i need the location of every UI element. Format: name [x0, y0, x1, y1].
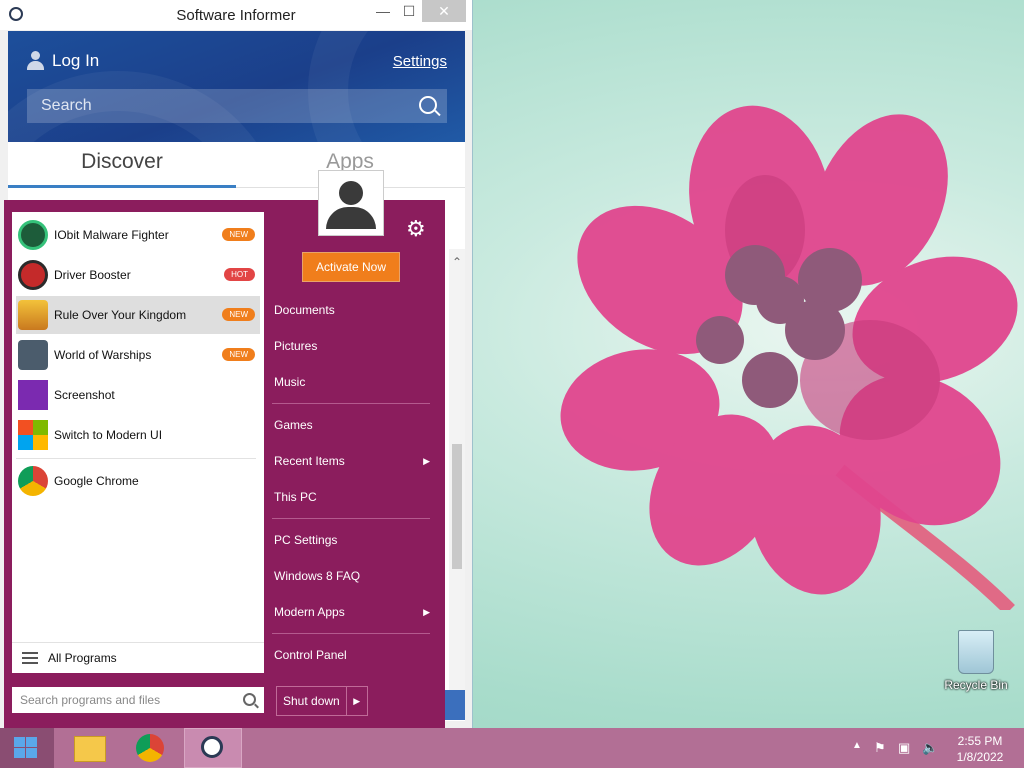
- divider: [272, 518, 430, 519]
- flower-wallpaper: [560, 105, 1018, 610]
- driver-booster-icon: [18, 260, 48, 290]
- program-item[interactable]: Switch to Modern UI: [16, 416, 260, 454]
- user-icon: [26, 51, 44, 71]
- program-label: IObit Malware Fighter: [54, 228, 169, 242]
- search-icon[interactable]: [243, 693, 256, 706]
- login-label: Log In: [52, 51, 100, 70]
- software-informer-icon: [201, 736, 223, 758]
- program-item[interactable]: Google Chrome: [16, 462, 260, 500]
- user-avatar[interactable]: [318, 170, 384, 236]
- recycle-bin[interactable]: Recycle Bin: [936, 630, 1016, 692]
- all-programs-button[interactable]: All Programs: [12, 642, 264, 673]
- start-button[interactable]: [0, 728, 54, 768]
- decorative-ring: [308, 31, 465, 142]
- action-center-flag-icon[interactable]: ⚑: [874, 740, 886, 756]
- start-menu: IObit Malware Fighter NEW Driver Booster…: [4, 170, 445, 728]
- submenu-arrow-icon: ▶: [423, 456, 430, 466]
- menu-item-pc-settings[interactable]: PC Settings: [274, 525, 430, 555]
- search-input[interactable]: [27, 89, 415, 123]
- recycle-bin-icon: [958, 630, 994, 674]
- scroll-up-icon[interactable]: ⌃: [449, 255, 465, 269]
- gear-icon[interactable]: ⚙: [406, 216, 426, 242]
- menu-item-recent-items[interactable]: Recent Items ▶: [274, 446, 430, 476]
- iobit-icon: [18, 220, 48, 250]
- program-label: Screenshot: [54, 388, 115, 402]
- programs-pane: IObit Malware Fighter NEW Driver Booster…: [12, 212, 264, 673]
- tab-bar: Discover Apps: [8, 142, 465, 188]
- clock-time: 2:55 PM: [957, 734, 1003, 748]
- activate-now-button[interactable]: Activate Now: [302, 252, 400, 282]
- warships-icon: [18, 340, 48, 370]
- taskbar: ▲ ⚑ ▣ 🔈 2:55 PM 1/8/2022: [0, 728, 1024, 768]
- program-search-box: [12, 687, 264, 713]
- avatar-body: [326, 207, 376, 229]
- new-badge: NEW: [222, 348, 255, 361]
- menu-item-this-pc[interactable]: This PC: [274, 482, 430, 512]
- menu-item-modern-apps[interactable]: Modern Apps ▶: [274, 597, 430, 627]
- maximize-button[interactable]: ☐: [394, 0, 424, 22]
- show-hidden-icons[interactable]: ▲: [852, 740, 862, 751]
- menu-item-music[interactable]: Music: [274, 367, 430, 397]
- all-programs-label: All Programs: [48, 651, 117, 665]
- title-bar[interactable]: Software Informer — ☐ ✕: [0, 0, 472, 30]
- hot-badge: HOT: [224, 268, 255, 281]
- program-label: Switch to Modern UI: [54, 428, 163, 442]
- program-item[interactable]: Driver Booster HOT: [16, 256, 260, 294]
- volume-muted-icon[interactable]: 🔈: [922, 740, 938, 756]
- menu-item-label: Modern Apps: [274, 605, 345, 619]
- divider: [272, 403, 430, 404]
- program-label: Rule Over Your Kingdom: [54, 308, 187, 322]
- menu-item-label: Recent Items: [274, 454, 345, 468]
- recycle-bin-label: Recycle Bin: [944, 678, 1008, 692]
- bottom-action-button[interactable]: [445, 690, 465, 720]
- divider: [272, 633, 430, 634]
- crop-icon: [18, 380, 48, 410]
- shutdown-button-group: Shut down ▶: [276, 686, 368, 716]
- program-item[interactable]: IObit Malware Fighter NEW: [16, 216, 260, 254]
- taskbar-file-explorer[interactable]: [60, 728, 118, 768]
- chrome-icon: [18, 466, 48, 496]
- crown-icon: [18, 300, 48, 330]
- divider: [16, 458, 256, 459]
- shutdown-button[interactable]: Shut down: [277, 687, 347, 715]
- program-label: Driver Booster: [54, 268, 131, 282]
- header-banner: Log In Settings: [8, 31, 465, 142]
- login-link[interactable]: Log In: [26, 51, 99, 71]
- avatar-head: [339, 181, 363, 205]
- program-item[interactable]: Screenshot: [16, 376, 260, 414]
- folder-icon: [74, 736, 106, 762]
- scrollbar[interactable]: ⌃ ⌄: [449, 249, 465, 719]
- menu-item-games[interactable]: Games: [274, 410, 430, 440]
- modern-ui-icon: [18, 420, 48, 450]
- settings-link[interactable]: Settings: [393, 53, 447, 70]
- menu-item-documents[interactable]: Documents: [274, 295, 430, 325]
- new-badge: NEW: [222, 308, 255, 321]
- program-label: World of Warships: [54, 348, 152, 362]
- hamburger-icon: [22, 652, 38, 664]
- scrollbar-thumb[interactable]: [452, 444, 462, 569]
- menu-item-pictures[interactable]: Pictures: [274, 331, 430, 361]
- menu-item-control-panel[interactable]: Control Panel: [274, 640, 430, 670]
- search-icon[interactable]: [419, 96, 437, 114]
- windows-logo-icon: [14, 737, 38, 759]
- submenu-arrow-icon: ▶: [423, 607, 430, 617]
- close-button[interactable]: ✕: [422, 0, 466, 22]
- program-search-input[interactable]: [12, 687, 248, 713]
- clock[interactable]: 2:55 PM 1/8/2022: [950, 733, 1010, 765]
- search-box: [27, 89, 447, 123]
- program-item[interactable]: Rule Over Your Kingdom NEW: [16, 296, 260, 334]
- new-badge: NEW: [222, 228, 255, 241]
- network-icon[interactable]: ▣: [898, 740, 910, 756]
- program-item[interactable]: World of Warships NEW: [16, 336, 260, 374]
- tab-discover[interactable]: Discover: [8, 150, 236, 174]
- taskbar-chrome[interactable]: [122, 728, 180, 768]
- active-tab-indicator: [8, 185, 236, 188]
- clock-date: 1/8/2022: [956, 750, 1004, 764]
- menu-item-windows-8-faq[interactable]: Windows 8 FAQ: [274, 561, 430, 591]
- taskbar-software-informer[interactable]: [184, 728, 242, 768]
- chrome-icon: [136, 734, 164, 762]
- program-label: Google Chrome: [54, 474, 139, 488]
- shutdown-options-icon[interactable]: ▶: [347, 687, 367, 715]
